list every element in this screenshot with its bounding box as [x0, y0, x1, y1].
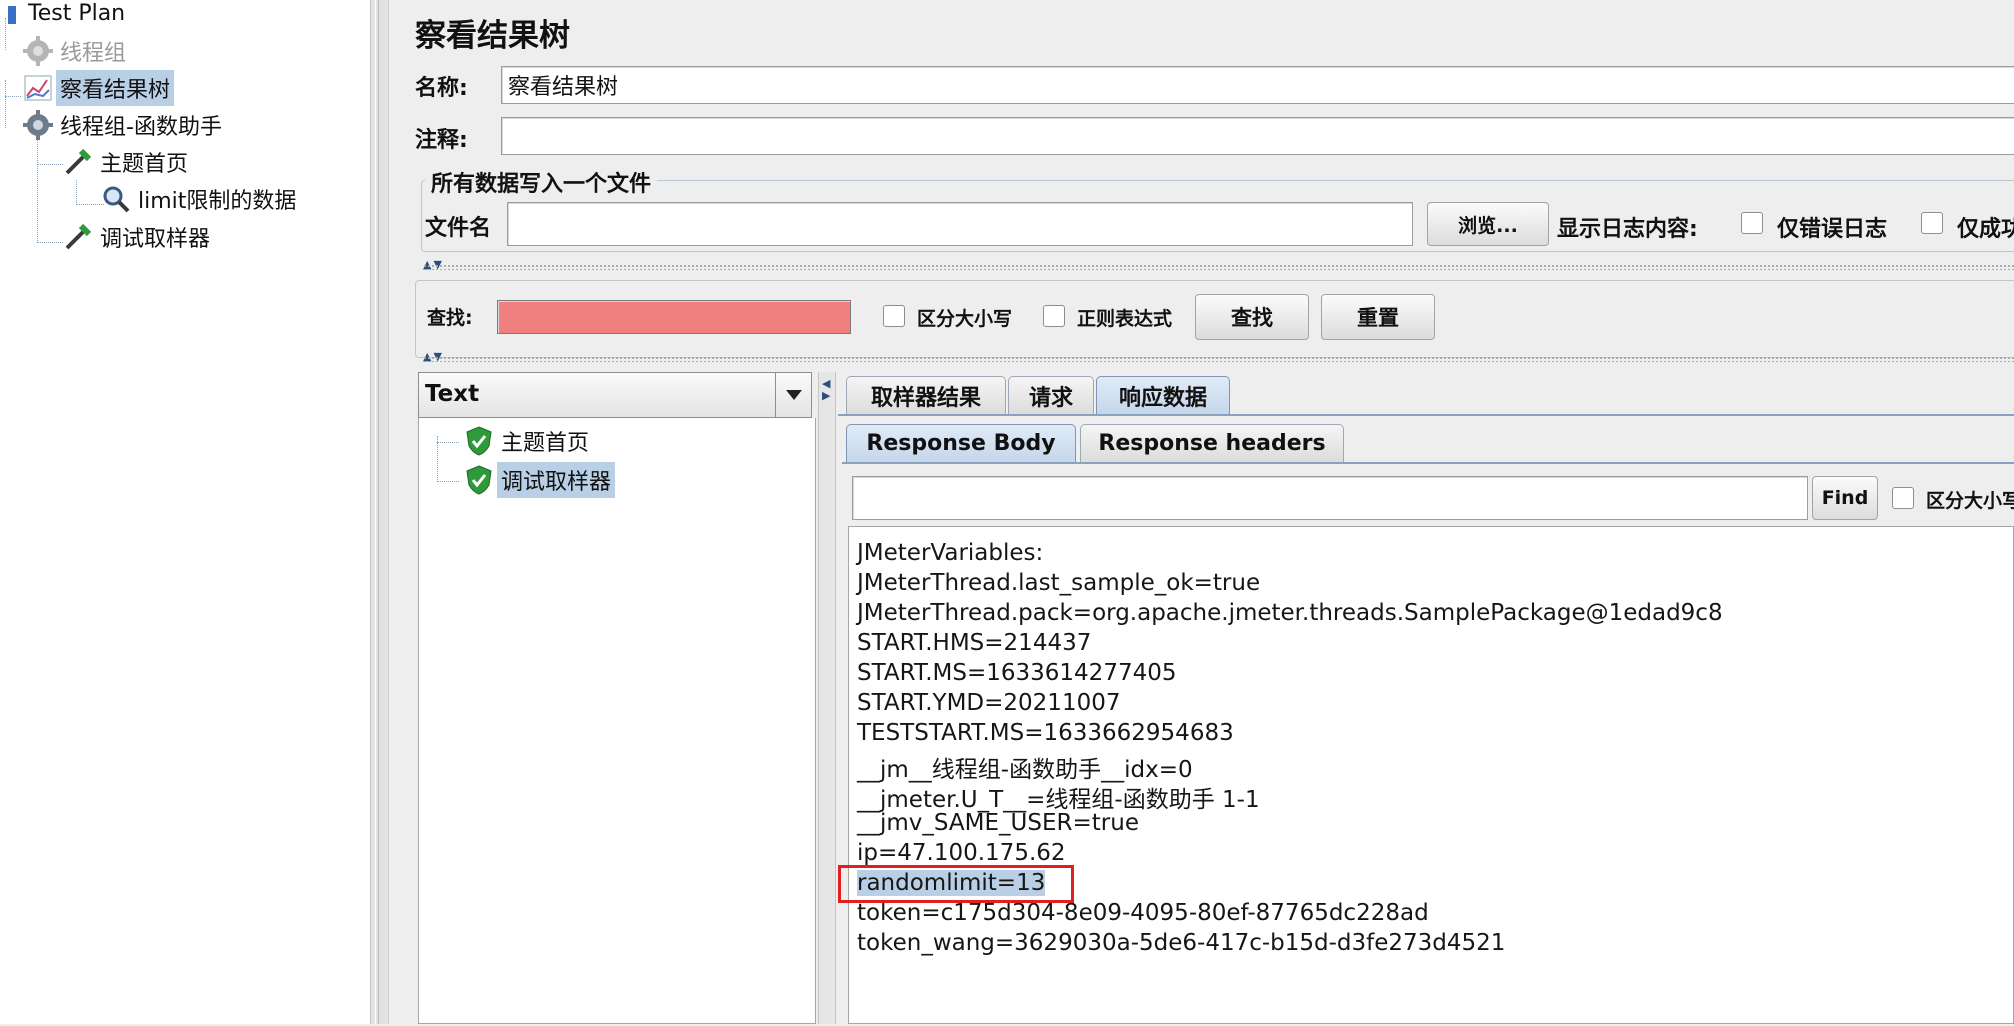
response-line: token=c175d304-8e09-4095-80ef-87765dc228…: [857, 900, 1429, 926]
pipette-icon: [60, 220, 96, 254]
tab-response-data[interactable]: 响应数据: [1096, 376, 1230, 414]
success-only-label: 仅成功: [1957, 217, 2014, 242]
regex-checkbox[interactable]: [1043, 305, 1065, 327]
errors-only-checkbox[interactable]: [1741, 212, 1763, 234]
annotation-highlight-box: [838, 865, 1074, 903]
response-line: __jm__线程组-函数助手__idx=0: [857, 757, 1193, 783]
renderer-select[interactable]: Text: [418, 372, 812, 418]
flask-icon: [0, 0, 24, 30]
write-to-file-group-title: 所有数据写入一个文件: [425, 166, 658, 198]
tab-request[interactable]: 请求: [1008, 376, 1094, 414]
errors-only-label: 仅错误日志: [1777, 217, 1888, 242]
response-line: START.MS=1633614277405: [857, 660, 1177, 686]
split-divider[interactable]: [423, 264, 2014, 270]
comment-label: 注释:: [415, 128, 468, 153]
split-pane-divider[interactable]: [370, 0, 389, 1024]
tree-node-debug-sampler[interactable]: 调试取样器: [60, 220, 214, 254]
magnifier-icon: [98, 182, 134, 216]
response-line: ip=47.100.175.62: [857, 840, 1066, 866]
tree-node-extractor-limit[interactable]: limit限制的数据: [98, 182, 300, 216]
search-input[interactable]: [497, 300, 851, 334]
tab-response-body[interactable]: Response Body: [846, 424, 1076, 462]
filename-field[interactable]: [507, 202, 1413, 246]
response-case-sensitive-checkbox[interactable]: [1892, 487, 1914, 509]
response-case-sensitive-label: 区分大小写: [1926, 490, 2014, 512]
success-shield-icon: [461, 424, 497, 458]
response-line: JMeterThread.pack=org.apache.jmeter.thre…: [857, 600, 1723, 626]
results-list[interactable]: 主题首页 调试取样器: [418, 418, 816, 1024]
regex-label: 正则表达式: [1077, 308, 1173, 330]
response-line: JMeterThread.last_sample_ok=true: [857, 570, 1261, 596]
result-item[interactable]: 主题首页: [461, 424, 593, 458]
response-line: token_wang=3629030a-5de6-417c-b15d-d3fe2…: [857, 930, 1506, 956]
response-find-input[interactable]: [852, 476, 1808, 520]
results-split-divider[interactable]: ◀ ▶: [818, 372, 836, 1024]
test-plan-tree[interactable]: Test Plan 线程组 察看结果树 线程组-函数助手 主题首页 limit限…: [0, 0, 370, 1024]
tab-response-headers[interactable]: Response headers: [1080, 424, 1344, 462]
tree-node-thread-group-disabled[interactable]: 线程组: [20, 34, 130, 68]
log-content-label: 显示日志内容:: [1557, 217, 1698, 242]
tab-sampler-result[interactable]: 取样器结果: [846, 376, 1006, 414]
panel-title: 察看结果树: [415, 18, 570, 54]
success-only-checkbox[interactable]: [1921, 212, 1943, 234]
search-label: 查找:: [427, 307, 473, 329]
tree-node-thread-group-function-helper[interactable]: 线程组-函数助手: [20, 108, 226, 142]
chevron-down-icon[interactable]: [775, 373, 812, 417]
gear-icon: [20, 108, 56, 142]
case-sensitive-label: 区分大小写: [917, 308, 1013, 330]
name-field-value: 察看结果树: [508, 75, 619, 100]
response-line: TESTSTART.MS=1633662954683: [857, 720, 1234, 746]
tree-node-test-plan[interactable]: Test Plan: [0, 0, 129, 30]
comment-field[interactable]: [501, 117, 2014, 155]
browse-button[interactable]: 浏览...: [1427, 202, 1549, 246]
filename-label: 文件名: [425, 216, 492, 241]
tree-node-view-results-tree[interactable]: 察看结果树: [20, 70, 175, 106]
reset-button[interactable]: 重置: [1321, 294, 1435, 340]
collapse-arrows-icon[interactable]: ◀ ▶: [822, 378, 830, 402]
result-item[interactable]: 调试取样器: [461, 462, 616, 498]
success-shield-icon: [461, 463, 497, 497]
split-grip: [375, 0, 379, 1024]
response-line: START.HMS=214437: [857, 630, 1092, 656]
name-label: 名称:: [415, 76, 468, 101]
response-line: __jmv_SAME_USER=true: [857, 810, 1139, 836]
sub-tab-rule: [842, 462, 2014, 464]
tree-node-sampler-home[interactable]: 主题首页: [60, 145, 192, 179]
chart-icon: [20, 71, 56, 105]
response-body-textarea[interactable]: JMeterVariables: JMeterThread.last_sampl…: [848, 526, 2014, 1024]
response-line: __jmeter.U_T__=线程组-函数助手 1-1: [857, 787, 1260, 813]
split-divider[interactable]: [423, 356, 2014, 362]
response-line: START.YMD=20211007: [857, 690, 1121, 716]
find-button[interactable]: 查找: [1195, 294, 1309, 340]
gear-icon: [20, 34, 56, 68]
renderer-select-value: Text: [425, 381, 480, 407]
response-find-button[interactable]: Find: [1812, 476, 1878, 520]
name-field[interactable]: 察看结果树: [501, 66, 2014, 104]
response-line: JMeterVariables:: [857, 540, 1044, 566]
case-sensitive-checkbox[interactable]: [883, 305, 905, 327]
pipette-icon: [60, 145, 96, 179]
